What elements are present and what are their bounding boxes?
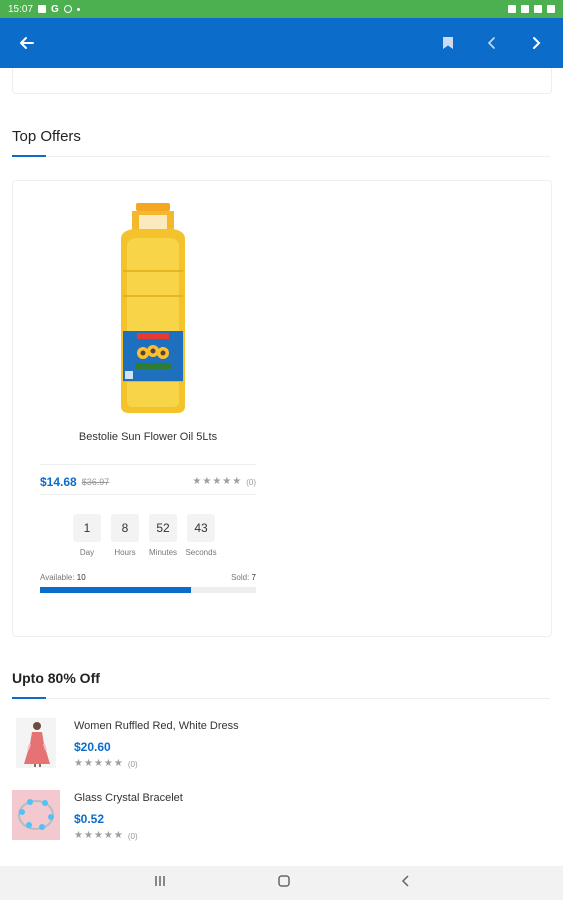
rating-count: (0) bbox=[127, 759, 138, 769]
recents-icon bbox=[154, 876, 165, 886]
star-icon: ★ bbox=[113, 758, 123, 769]
alarm-icon bbox=[508, 5, 516, 13]
previous-card-edge bbox=[12, 68, 552, 94]
list-item-name[interactable]: Women Ruffled Red, White Dress bbox=[74, 720, 239, 732]
divider bbox=[40, 494, 256, 495]
bookmark-icon bbox=[443, 37, 453, 49]
star-icon: ★ bbox=[93, 758, 103, 769]
system-navigation-bar bbox=[0, 866, 563, 900]
available-label: Available: bbox=[40, 573, 75, 582]
star-icon: ★ bbox=[74, 830, 83, 841]
sold-label: Sold: bbox=[231, 573, 250, 582]
star-icon: ★ bbox=[103, 830, 113, 841]
countdown-seconds: 43 Seconds bbox=[185, 514, 217, 557]
star-icon: ★ bbox=[222, 476, 232, 487]
list-item-price: $0.52 bbox=[74, 812, 105, 826]
star-icon: ★ bbox=[202, 476, 212, 487]
sold-value: 7 bbox=[251, 573, 256, 582]
product-price: $14.68 bbox=[40, 475, 77, 489]
list-item-rating: ★ ★ ★ ★ ★ (0) bbox=[74, 759, 138, 769]
product-thumbnail[interactable] bbox=[16, 718, 56, 768]
countdown-label: Day bbox=[79, 548, 95, 557]
system-back-button[interactable] bbox=[401, 874, 411, 893]
list-item-name[interactable]: Glass Crystal Bracelet bbox=[74, 792, 183, 804]
sync-icon bbox=[63, 5, 72, 13]
list-item[interactable]: Women Ruffled Red, White Dress $20.60 ★ … bbox=[12, 718, 552, 778]
next-button[interactable] bbox=[525, 32, 547, 54]
previous-button[interactable] bbox=[481, 32, 503, 54]
section-divider bbox=[12, 698, 550, 699]
wifi-icon bbox=[534, 5, 542, 13]
available-info: Available: 10 bbox=[40, 573, 86, 582]
chevron-left-icon bbox=[487, 37, 495, 49]
countdown-label: Hours bbox=[114, 548, 136, 557]
countdown-value: 1 bbox=[73, 514, 101, 542]
rating-count: (0) bbox=[246, 477, 256, 487]
countdown-hours: 8 Hours bbox=[111, 514, 139, 557]
home-icon bbox=[277, 874, 290, 887]
countdown-timer: 1 Day 8 Hours 52 Minutes 43 Seconds bbox=[73, 514, 217, 557]
bookmark-button[interactable] bbox=[437, 32, 459, 54]
list-item[interactable]: Glass Crystal Bracelet $0.52 ★ ★ ★ ★ ★ (… bbox=[12, 790, 552, 850]
back-button[interactable] bbox=[16, 32, 38, 54]
star-icon: ★ bbox=[74, 758, 83, 769]
countdown-minutes: 52 Minutes bbox=[149, 514, 177, 557]
star-icon: ★ bbox=[83, 758, 93, 769]
signal-icon bbox=[547, 5, 555, 13]
sold-progress-bar bbox=[40, 587, 256, 593]
star-icon: ★ bbox=[93, 830, 103, 841]
google-icon: G bbox=[51, 3, 59, 15]
countdown-label: Minutes bbox=[149, 548, 178, 557]
product-old-price: $36.97 bbox=[81, 477, 110, 487]
section-underline bbox=[12, 697, 46, 699]
section-underline bbox=[12, 155, 46, 157]
star-icon: ★ bbox=[83, 830, 93, 841]
notification-dot-icon bbox=[76, 7, 80, 11]
countdown-day: 1 Day bbox=[73, 514, 101, 557]
star-icon: ★ bbox=[212, 476, 222, 487]
top-offers-title: Top Offers bbox=[12, 128, 81, 145]
divider bbox=[40, 464, 256, 465]
status-time: 15:07 bbox=[8, 3, 34, 15]
arrow-left-icon bbox=[20, 37, 34, 49]
home-button[interactable] bbox=[277, 874, 291, 893]
recents-button[interactable] bbox=[153, 874, 167, 892]
countdown-label: Seconds bbox=[185, 548, 217, 557]
app-bar bbox=[0, 18, 563, 68]
sold-progress-fill bbox=[40, 587, 192, 593]
back-chevron-icon bbox=[401, 874, 409, 887]
product-name[interactable]: Bestolie Sun Flower Oil 5Lts bbox=[40, 431, 256, 443]
status-bar: 15:07 G bbox=[0, 0, 563, 18]
product-image[interactable] bbox=[103, 201, 203, 416]
message-icon bbox=[38, 5, 47, 13]
section-divider bbox=[12, 156, 550, 157]
star-icon: ★ bbox=[103, 758, 113, 769]
available-value: 10 bbox=[76, 573, 86, 582]
star-icon: ★ bbox=[192, 476, 202, 487]
list-item-rating: ★ ★ ★ ★ ★ (0) bbox=[74, 831, 138, 841]
list-item-price: $20.60 bbox=[74, 740, 111, 754]
price-row: $14.68 $36.97 ★ ★ ★ ★ ★ (0) bbox=[40, 473, 256, 491]
product-thumbnail[interactable] bbox=[12, 790, 60, 840]
countdown-value: 43 bbox=[187, 514, 215, 542]
countdown-value: 8 bbox=[111, 514, 139, 542]
countdown-value: 52 bbox=[149, 514, 177, 542]
product-rating: ★ ★ ★ ★ ★ (0) bbox=[192, 477, 256, 487]
stock-row: Available: 10 Sold: 7 bbox=[40, 573, 256, 582]
mute-icon bbox=[521, 5, 529, 13]
chevron-right-icon bbox=[533, 37, 541, 49]
upto-off-title: Upto 80% Off bbox=[12, 670, 100, 686]
star-icon: ★ bbox=[232, 476, 242, 487]
star-icon: ★ bbox=[113, 830, 123, 841]
rating-count: (0) bbox=[127, 831, 138, 841]
offer-product-card[interactable]: Bestolie Sun Flower Oil 5Lts $14.68 $36.… bbox=[12, 180, 552, 637]
sold-info: Sold: 7 bbox=[231, 573, 256, 582]
